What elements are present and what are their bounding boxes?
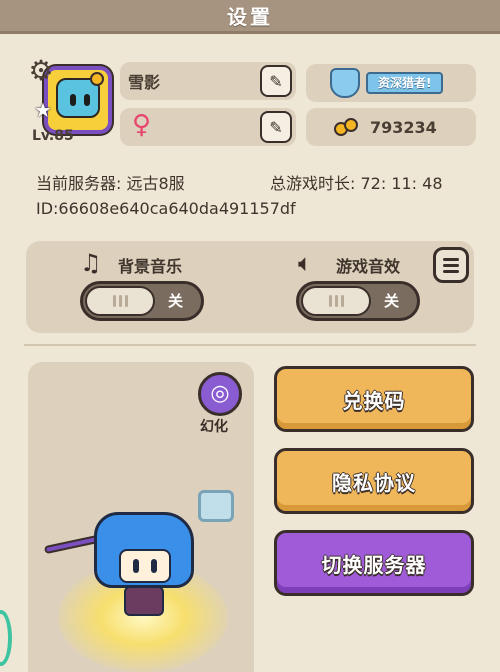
coin-decoration-icon — [90, 72, 104, 86]
sfx-label: 游戏音效 — [336, 257, 401, 276]
cup-decoration — [198, 490, 234, 522]
gear-icon[interactable]: ⚙ — [26, 56, 56, 86]
edge-decoration — [0, 610, 12, 666]
currency-amount: 793234 — [370, 117, 437, 137]
avatar-eye — [84, 94, 90, 106]
edit-icon: ✎ — [269, 71, 283, 91]
audio-settings-panel: ♫ 背景音乐 关 🔈︎ 游戏音效 关 — [26, 241, 474, 333]
gold-icon — [334, 116, 362, 138]
divider — [24, 344, 476, 346]
morph-label[interactable]: 幻化 — [200, 416, 228, 436]
character-preview-panel: ◎ 幻化 — [28, 362, 254, 672]
morph-icon[interactable]: ◎ — [198, 372, 242, 416]
bgm-label: 背景音乐 — [118, 257, 183, 276]
bgm-toggle[interactable]: 关 — [80, 281, 204, 321]
edit-gender-button[interactable]: ✎ — [260, 111, 292, 143]
avatar[interactable]: ⚙ ★ Lv.85 — [24, 56, 116, 148]
rank-badge: 资深猎者! — [366, 72, 444, 94]
gender-field: ♀ ✎ — [120, 108, 296, 146]
page-title: 设置 — [227, 5, 273, 29]
redeem-code-button[interactable]: 兑换码 — [274, 366, 474, 432]
sfx-toggle-state: 关 — [383, 292, 399, 310]
menu-icon[interactable] — [433, 247, 469, 283]
sfx-toggle[interactable]: 关 — [296, 281, 420, 321]
server-info: 当前服务器: 远古8服 — [36, 174, 185, 193]
toggle-knob[interactable] — [301, 286, 371, 316]
name-field: 雪影 ✎ — [120, 62, 296, 100]
rank-field: 资深猎者! — [306, 64, 476, 102]
playtime-info: 总游戏时长: 72: 11: 48 — [270, 174, 443, 193]
player-name: 雪影 — [128, 73, 161, 92]
privacy-policy-button[interactable]: 隐私协议 — [274, 448, 474, 514]
level-badge: Lv.85 — [32, 128, 74, 144]
edit-icon: ✎ — [269, 117, 283, 137]
music-note-icon: ♫ — [80, 249, 102, 277]
female-icon: ♀ — [132, 110, 152, 140]
shield-icon — [330, 68, 360, 98]
currency-field: 793234 — [306, 108, 476, 146]
toggle-knob[interactable] — [85, 286, 155, 316]
switch-server-button[interactable]: 切换服务器 — [274, 530, 474, 596]
star-icon: ★ — [34, 98, 52, 122]
player-id: ID:66608e640ca640da491157df — [36, 199, 296, 218]
edit-name-button[interactable]: ✎ — [260, 65, 292, 97]
header-bar: 设置 — [0, 0, 500, 34]
bgm-toggle-state: 关 — [167, 292, 183, 310]
character-sprite — [94, 512, 194, 616]
avatar-eye — [70, 94, 76, 106]
speaker-icon: 🔈︎ — [298, 249, 313, 277]
